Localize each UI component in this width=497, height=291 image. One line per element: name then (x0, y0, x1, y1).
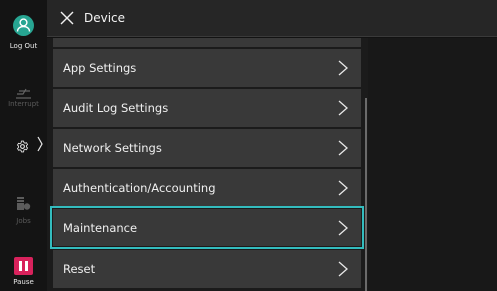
page-title: Device (84, 11, 126, 25)
left-rail: Log Out Interrupt Jobs Pause (0, 0, 47, 291)
list-scrollbar[interactable] (365, 98, 367, 291)
header-bar: Device (47, 0, 497, 37)
jobs-label: Jobs (16, 217, 31, 225)
chevron-right-icon (337, 99, 349, 117)
settings-list: App Settings Audit Log Settings Network … (47, 38, 368, 291)
list-item-network-settings[interactable]: Network Settings (53, 129, 361, 167)
list-item-maintenance[interactable]: Maintenance (50, 206, 364, 249)
list-item-audit-log-settings[interactable]: Audit Log Settings (53, 89, 361, 127)
jobs-icon (16, 196, 31, 215)
right-panel (368, 38, 497, 291)
chevron-right-icon (337, 219, 349, 237)
gear-icon (16, 138, 29, 157)
pause-label: Pause (13, 278, 34, 286)
chevron-right-icon (37, 135, 43, 157)
interrupt-button[interactable]: Interrupt (0, 84, 47, 112)
pause-icon (14, 257, 33, 275)
chevron-right-icon (337, 139, 349, 157)
list-item[interactable] (53, 38, 361, 47)
list-item-authentication-accounting[interactable]: Authentication/Accounting (53, 169, 361, 207)
list-item-label: Network Settings (63, 141, 162, 155)
logout-button[interactable]: Log Out (0, 15, 47, 50)
list-item-label: App Settings (63, 61, 137, 75)
list-item-label: Authentication/Accounting (63, 181, 216, 195)
chevron-right-icon (337, 59, 349, 77)
pause-button[interactable]: Pause (0, 257, 47, 289)
list-item-label: Audit Log Settings (63, 101, 169, 115)
user-logout-icon (13, 15, 34, 36)
list-item-reset[interactable]: Reset (53, 250, 361, 288)
list-item-label: Maintenance (63, 221, 138, 235)
device-settings-tab[interactable] (0, 133, 47, 157)
interrupt-label: Interrupt (8, 100, 39, 108)
logout-label: Log Out (9, 42, 38, 50)
list-item-app-settings[interactable]: App Settings (53, 49, 361, 87)
chevron-right-icon (337, 260, 349, 278)
list-item-label: Reset (63, 262, 96, 276)
close-icon[interactable] (59, 10, 75, 26)
jobs-button[interactable]: Jobs (0, 196, 47, 226)
chevron-right-icon (337, 179, 349, 197)
